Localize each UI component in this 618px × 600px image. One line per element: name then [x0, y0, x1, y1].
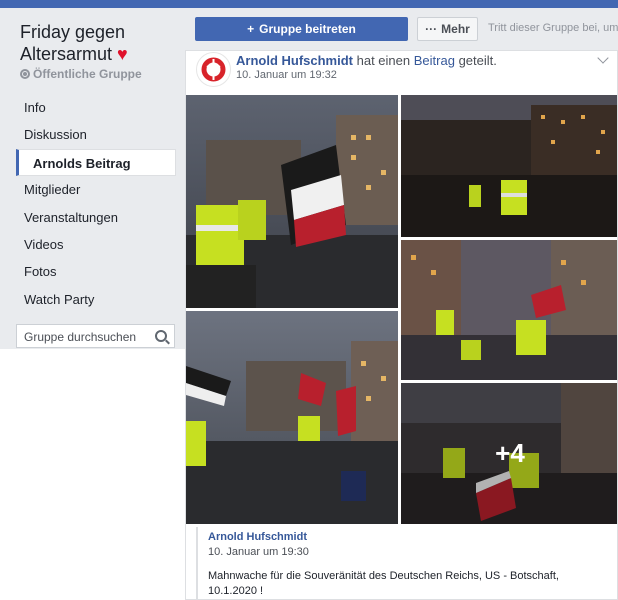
chevron-down-icon[interactable] — [597, 52, 609, 64]
nav-item-watch-party[interactable]: Watch Party — [16, 286, 176, 313]
post-action-suffix: geteilt. — [458, 53, 497, 68]
join-group-label: Gruppe beitreten — [259, 22, 356, 36]
heart-icon: ♥ — [117, 44, 128, 64]
nav-item-videos[interactable]: Videos — [16, 231, 176, 258]
post-timestamp[interactable]: 10. Januar um 19:32 — [236, 69, 337, 81]
top-bar — [0, 0, 618, 8]
nav-item-events[interactable]: Veranstaltungen — [16, 204, 176, 231]
more-button[interactable]: ··· Mehr — [417, 17, 478, 41]
shared-post-timestamp[interactable]: 10. Januar um 19:30 — [208, 546, 309, 558]
nav-item-discussion[interactable]: Diskussion — [16, 121, 176, 148]
group-privacy: Öffentliche Gruppe — [20, 67, 142, 81]
group-title[interactable]: Friday gegen Altersarmut ♥ — [20, 21, 170, 65]
nav-item-info[interactable]: Info — [16, 94, 176, 121]
privacy-label: Öffentliche Gruppe — [33, 67, 142, 81]
more-photos-count[interactable]: +4 — [401, 383, 617, 524]
group-sidebar: Friday gegen Altersarmut ♥ Öffentliche G… — [0, 8, 185, 600]
post-author-link[interactable]: Arnold Hufschmidt — [236, 53, 353, 68]
nav-item-photos[interactable]: Fotos — [16, 258, 176, 285]
nav-item-members[interactable]: Mitglieder — [16, 176, 176, 203]
photo-4[interactable] — [186, 311, 398, 524]
nav-item-arnolds-post[interactable]: Arnolds Beitrag — [16, 148, 176, 177]
join-group-button[interactable]: + Gruppe beitreten — [195, 17, 408, 41]
author-avatar[interactable] — [196, 52, 231, 87]
shared-post[interactable]: Arnold Hufschmidt 10. Januar um 19:30 Ma… — [196, 527, 606, 599]
post-header: Arnold Hufschmidt hat einen Beitrag gete… — [236, 53, 497, 68]
photo-5-more[interactable]: +4 — [401, 383, 617, 524]
group-name[interactable]: Friday gegen Altersarmut — [20, 22, 125, 64]
photo-grid: +4 — [186, 95, 617, 524]
more-label: Mehr — [441, 22, 470, 36]
group-nav: Info Diskussion Arnolds Beitrag Mitglied… — [16, 94, 176, 313]
shared-post-link[interactable]: Beitrag — [414, 53, 455, 68]
shared-post-author[interactable]: Arnold Hufschmidt — [208, 531, 307, 543]
post-action-text: hat einen — [356, 53, 411, 68]
group-search-input[interactable]: Gruppe durchsuchen — [16, 324, 175, 348]
post-card: Arnold Hufschmidt hat einen Beitrag gete… — [185, 50, 618, 600]
globe-icon — [20, 69, 30, 79]
ellipsis-icon: ··· — [425, 22, 438, 36]
search-icon[interactable] — [155, 330, 167, 342]
join-hint: Tritt dieser Gruppe bei, um — [488, 22, 618, 34]
shared-post-text: Mahnwache für die Souveränität des Deuts… — [208, 570, 559, 597]
search-placeholder: Gruppe durchsuchen — [24, 330, 137, 344]
plus-icon: + — [247, 22, 255, 36]
photo-2[interactable] — [401, 95, 617, 237]
photo-1[interactable] — [186, 95, 398, 308]
photo-3[interactable] — [401, 240, 617, 380]
avatar-emblem-icon — [201, 57, 226, 82]
